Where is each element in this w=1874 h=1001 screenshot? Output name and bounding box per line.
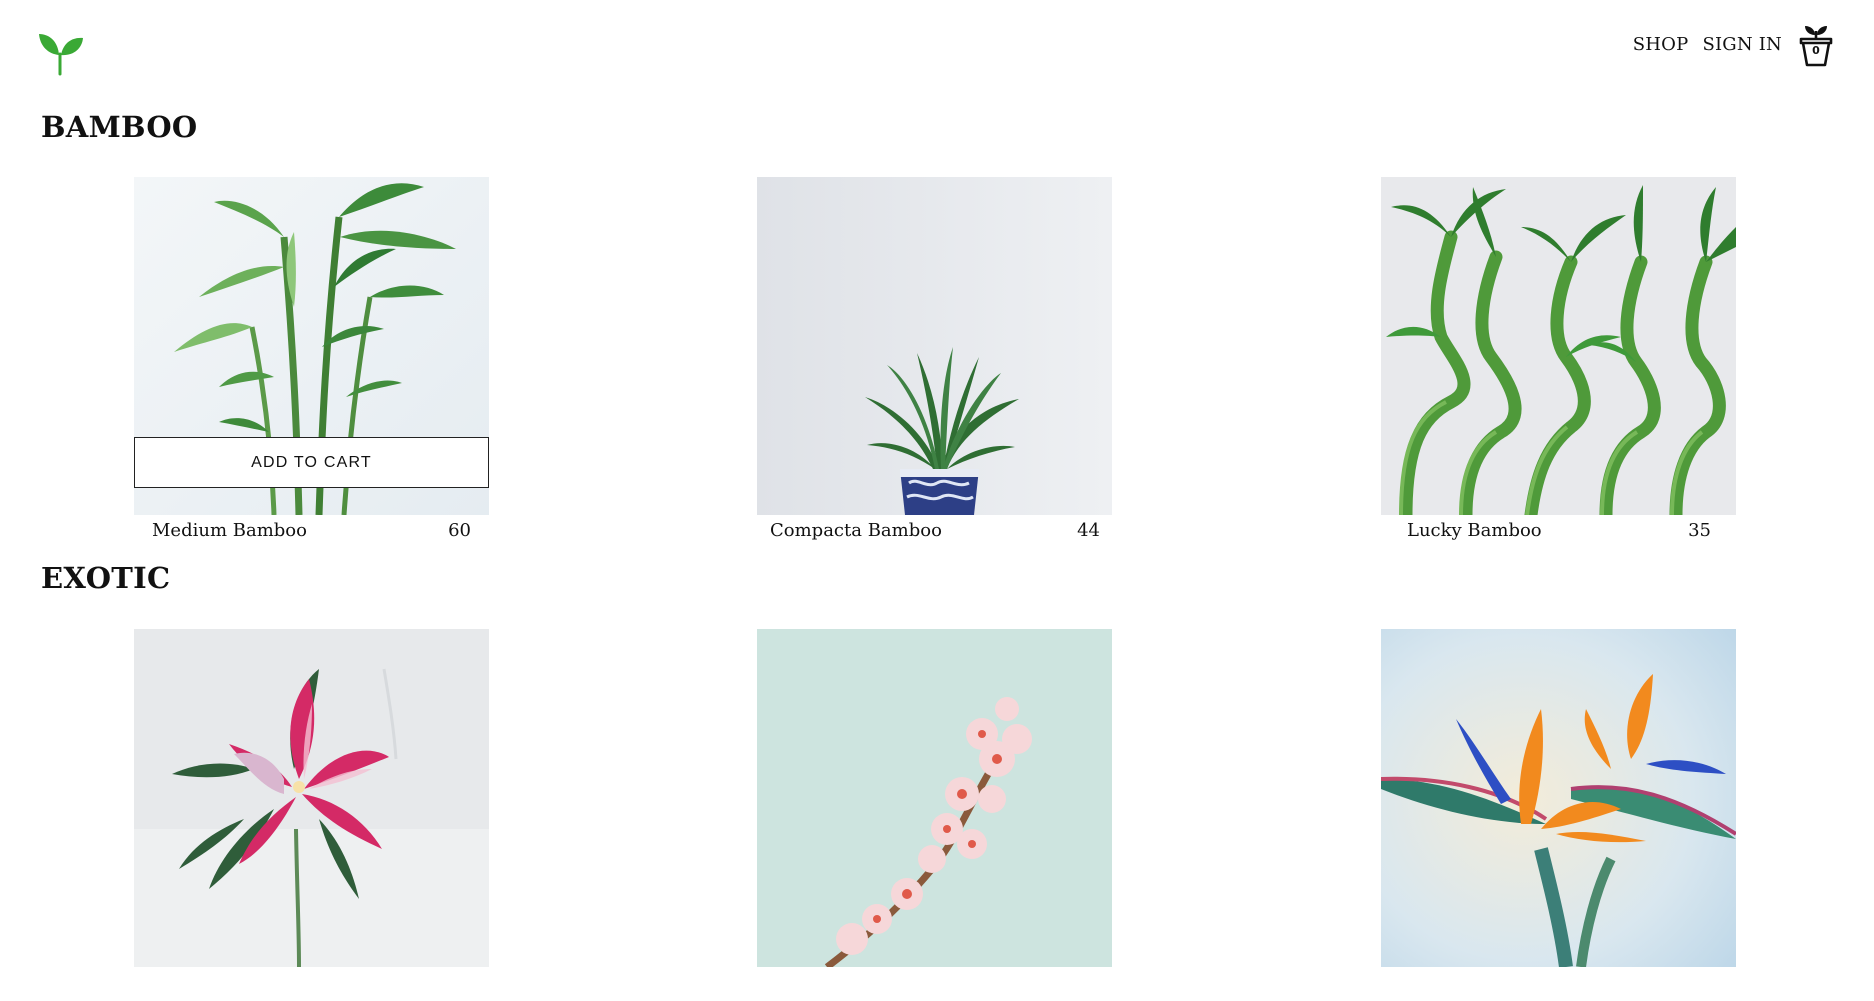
product-name: Medium Bamboo [152,520,307,541]
product-footer: Lucky Bamboo 35 [1381,515,1736,549]
product-price: 60 [448,520,471,541]
sprout-logo-icon[interactable] [38,30,84,76]
product-card-lucky-bamboo[interactable]: Lucky Bamboo 35 [1381,177,1736,549]
product-footer: Medium Bamboo 60 [134,515,489,549]
product-price: 44 [1077,520,1100,541]
product-card-compacta-bamboo[interactable]: Compacta Bamboo 44 [757,177,1112,549]
site-header: SHOP SIGN IN 0 [0,0,1874,90]
product-card-exotic-blossom[interactable] [757,629,1112,1001]
section-title-bamboo: BAMBOO [41,110,198,144]
product-price: 35 [1688,520,1711,541]
product-card-medium-bamboo[interactable]: ADD TO CART Medium Bamboo 60 [134,177,489,549]
product-footer [134,967,489,1001]
nav-sign-in-link[interactable]: SIGN IN [1702,34,1782,55]
add-to-cart-button[interactable]: ADD TO CART [134,437,489,488]
top-nav: SHOP SIGN IN [1633,34,1782,55]
product-image-compacta-bamboo[interactable] [757,177,1112,515]
product-image-exotic-blossom[interactable] [757,629,1112,967]
section-title-exotic: EXOTIC [41,561,171,595]
product-image-medium-bamboo[interactable]: ADD TO CART [134,177,489,515]
product-footer: Compacta Bamboo 44 [757,515,1112,549]
product-card-exotic-bird-of-paradise[interactable] [1381,629,1736,1001]
product-footer [757,967,1112,1001]
cart-button[interactable]: 0 [1798,25,1834,67]
product-image-exotic-lily[interactable] [134,629,489,967]
product-footer [1381,967,1736,1001]
product-image-lucky-bamboo[interactable] [1381,177,1736,515]
product-name: Lucky Bamboo [1407,520,1542,541]
product-name: Compacta Bamboo [770,520,942,541]
product-image-exotic-bird-of-paradise[interactable] [1381,629,1736,967]
cart-count-badge: 0 [1812,44,1820,57]
product-card-exotic-lily[interactable] [134,629,489,1001]
nav-shop-link[interactable]: SHOP [1633,34,1689,55]
